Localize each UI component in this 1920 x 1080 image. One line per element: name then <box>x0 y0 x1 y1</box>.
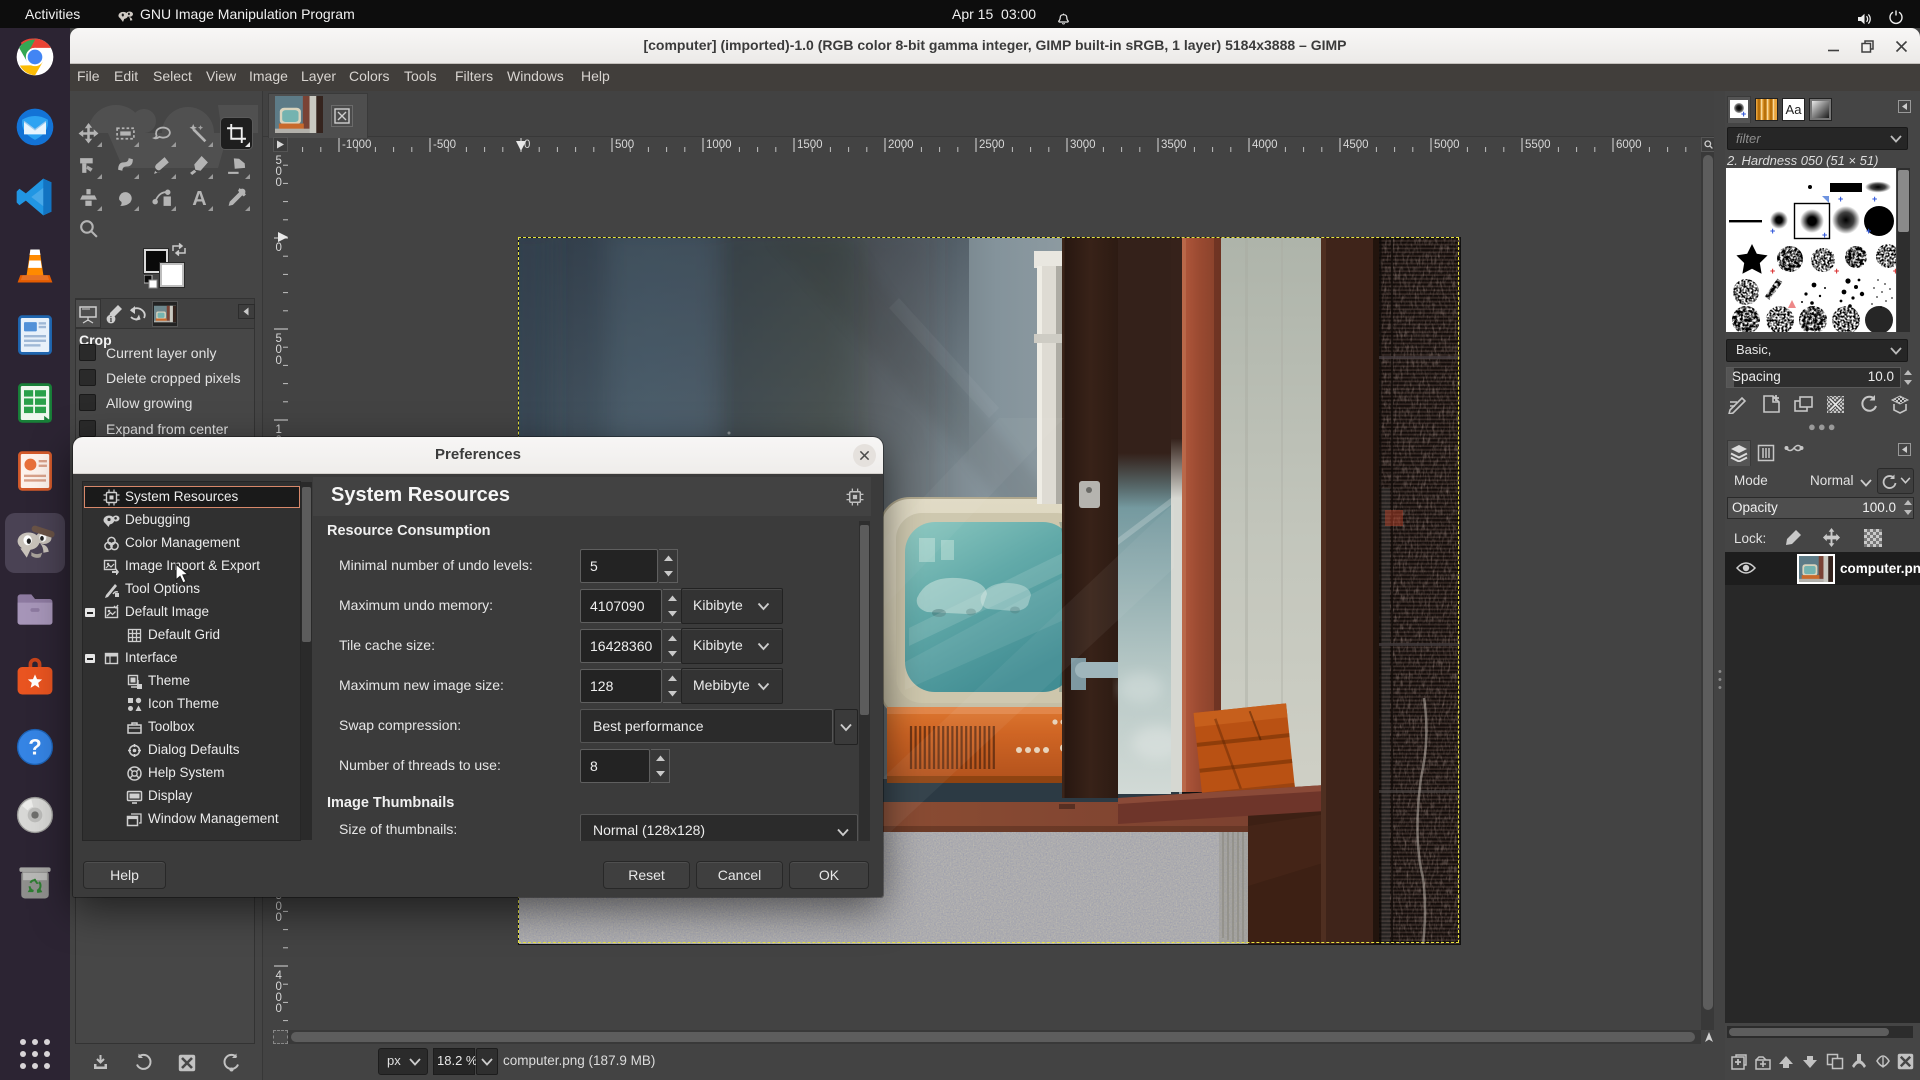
svg-text:+: + <box>1770 226 1775 236</box>
svg-text:4500: 4500 <box>1343 139 1369 151</box>
svg-text:-500: -500 <box>433 139 456 151</box>
svg-text:-1000: -1000 <box>342 139 371 151</box>
svg-text:+: + <box>1866 226 1871 236</box>
svg-text:?: ? <box>28 734 41 759</box>
svg-text:2000: 2000 <box>888 139 914 151</box>
svg-text:0: 0 <box>276 242 282 254</box>
svg-text:0: 0 <box>276 1003 282 1015</box>
svg-text:0: 0 <box>276 355 282 367</box>
svg-text:1500: 1500 <box>797 139 823 151</box>
svg-text:0: 0 <box>276 177 282 189</box>
svg-text:3000: 3000 <box>1070 139 1096 151</box>
svg-text:+: + <box>1741 109 1746 118</box>
svg-text:+: + <box>1872 194 1877 204</box>
svg-text:5500: 5500 <box>1525 139 1551 151</box>
svg-text:500: 500 <box>615 139 634 151</box>
svg-text:+: + <box>1893 266 1896 276</box>
svg-text:+: + <box>1834 266 1839 276</box>
svg-text:4000: 4000 <box>1252 139 1278 151</box>
svg-text:5000: 5000 <box>1434 139 1460 151</box>
svg-text:+: + <box>1822 230 1827 240</box>
svg-text:0: 0 <box>276 912 282 924</box>
svg-text:6000: 6000 <box>1616 139 1642 151</box>
svg-text:+: + <box>1770 266 1775 276</box>
svg-text:3500: 3500 <box>1161 139 1187 151</box>
svg-text:A: A <box>192 188 206 208</box>
svg-text:+: + <box>1838 194 1843 204</box>
svg-text:2500: 2500 <box>979 139 1005 151</box>
svg-text:1000: 1000 <box>706 139 732 151</box>
